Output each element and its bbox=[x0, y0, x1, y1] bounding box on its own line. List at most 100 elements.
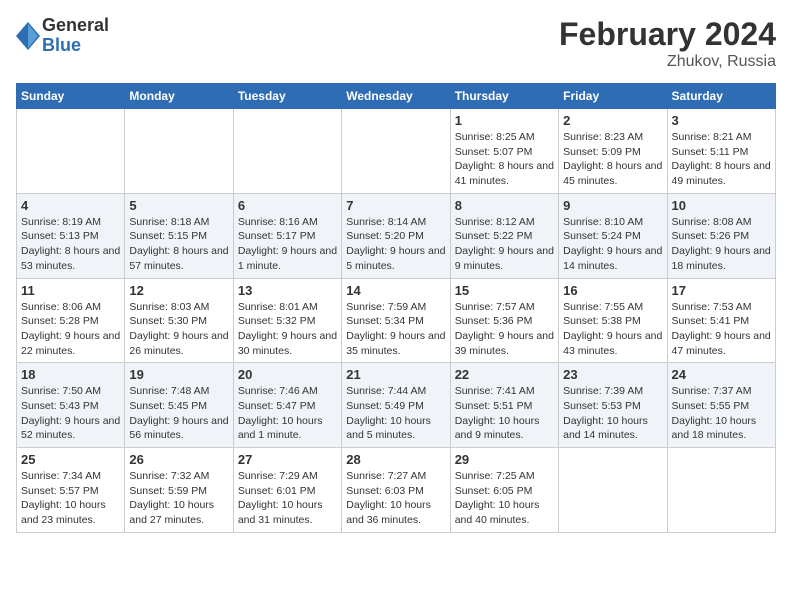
day-number: 22 bbox=[455, 367, 554, 382]
day-number: 13 bbox=[238, 283, 337, 298]
day-info: Sunrise: 7:39 AM Sunset: 5:53 PM Dayligh… bbox=[563, 384, 662, 443]
calendar-cell-1-6: 2 Sunrise: 8:23 AM Sunset: 5:09 PM Daylig… bbox=[559, 109, 667, 194]
calendar-cell-2-2: 5 Sunrise: 8:18 AM Sunset: 5:15 PM Daylig… bbox=[125, 193, 233, 278]
logo-text: General Blue bbox=[42, 16, 109, 56]
day-info: Sunrise: 7:41 AM Sunset: 5:51 PM Dayligh… bbox=[455, 384, 554, 443]
calendar-cell-5-1: 25 Sunrise: 7:34 AM Sunset: 5:57 PM Dayli… bbox=[17, 448, 125, 533]
header-saturday: Saturday bbox=[667, 84, 775, 109]
header-tuesday: Tuesday bbox=[233, 84, 341, 109]
header-wednesday: Wednesday bbox=[342, 84, 450, 109]
day-info: Sunrise: 8:18 AM Sunset: 5:15 PM Dayligh… bbox=[129, 215, 228, 274]
calendar-cell-5-5: 29 Sunrise: 7:25 AM Sunset: 6:05 PM Dayli… bbox=[450, 448, 558, 533]
day-number: 12 bbox=[129, 283, 228, 298]
logo-icon bbox=[16, 22, 40, 50]
calendar-cell-4-7: 24 Sunrise: 7:37 AM Sunset: 5:55 PM Dayli… bbox=[667, 363, 775, 448]
day-info: Sunrise: 7:32 AM Sunset: 5:59 PM Dayligh… bbox=[129, 469, 228, 528]
day-number: 25 bbox=[21, 452, 120, 467]
calendar-cell-2-1: 4 Sunrise: 8:19 AM Sunset: 5:13 PM Daylig… bbox=[17, 193, 125, 278]
day-info: Sunrise: 8:03 AM Sunset: 5:30 PM Dayligh… bbox=[129, 300, 228, 359]
calendar-cell-1-1 bbox=[17, 109, 125, 194]
page-container: General Blue February 2024 Zhukov, Russi… bbox=[0, 0, 792, 541]
day-info: Sunrise: 8:19 AM Sunset: 5:13 PM Dayligh… bbox=[21, 215, 120, 274]
day-number: 28 bbox=[346, 452, 445, 467]
day-info: Sunrise: 7:46 AM Sunset: 5:47 PM Dayligh… bbox=[238, 384, 337, 443]
logo: General Blue bbox=[16, 16, 109, 56]
day-number: 1 bbox=[455, 113, 554, 128]
day-info: Sunrise: 8:14 AM Sunset: 5:20 PM Dayligh… bbox=[346, 215, 445, 274]
header-sunday: Sunday bbox=[17, 84, 125, 109]
day-number: 16 bbox=[563, 283, 662, 298]
day-number: 6 bbox=[238, 198, 337, 213]
calendar-week-4: 18 Sunrise: 7:50 AM Sunset: 5:43 PM Dayli… bbox=[17, 363, 776, 448]
title-section: February 2024 Zhukov, Russia bbox=[559, 16, 776, 71]
day-number: 15 bbox=[455, 283, 554, 298]
calendar-week-2: 4 Sunrise: 8:19 AM Sunset: 5:13 PM Daylig… bbox=[17, 193, 776, 278]
day-info: Sunrise: 7:50 AM Sunset: 5:43 PM Dayligh… bbox=[21, 384, 120, 443]
day-number: 3 bbox=[672, 113, 771, 128]
day-info: Sunrise: 7:25 AM Sunset: 6:05 PM Dayligh… bbox=[455, 469, 554, 528]
calendar-cell-4-1: 18 Sunrise: 7:50 AM Sunset: 5:43 PM Dayli… bbox=[17, 363, 125, 448]
calendar-cell-3-2: 12 Sunrise: 8:03 AM Sunset: 5:30 PM Dayli… bbox=[125, 278, 233, 363]
calendar-cell-4-6: 23 Sunrise: 7:39 AM Sunset: 5:53 PM Dayli… bbox=[559, 363, 667, 448]
day-info: Sunrise: 7:48 AM Sunset: 5:45 PM Dayligh… bbox=[129, 384, 228, 443]
day-info: Sunrise: 7:34 AM Sunset: 5:57 PM Dayligh… bbox=[21, 469, 120, 528]
day-info: Sunrise: 7:29 AM Sunset: 6:01 PM Dayligh… bbox=[238, 469, 337, 528]
day-info: Sunrise: 7:57 AM Sunset: 5:36 PM Dayligh… bbox=[455, 300, 554, 359]
day-info: Sunrise: 7:55 AM Sunset: 5:38 PM Dayligh… bbox=[563, 300, 662, 359]
day-info: Sunrise: 8:01 AM Sunset: 5:32 PM Dayligh… bbox=[238, 300, 337, 359]
month-title: February 2024 bbox=[559, 16, 776, 53]
calendar-cell-5-4: 28 Sunrise: 7:27 AM Sunset: 6:03 PM Dayli… bbox=[342, 448, 450, 533]
day-number: 18 bbox=[21, 367, 120, 382]
calendar-cell-3-3: 13 Sunrise: 8:01 AM Sunset: 5:32 PM Dayli… bbox=[233, 278, 341, 363]
day-number: 21 bbox=[346, 367, 445, 382]
calendar-cell-2-7: 10 Sunrise: 8:08 AM Sunset: 5:26 PM Dayli… bbox=[667, 193, 775, 278]
calendar-cell-3-4: 14Sunrise: 7:59 AM Sunset: 5:34 PM Dayli… bbox=[342, 278, 450, 363]
day-info: Sunrise: 7:37 AM Sunset: 5:55 PM Dayligh… bbox=[672, 384, 771, 443]
calendar-cell-2-5: 8 Sunrise: 8:12 AM Sunset: 5:22 PM Daylig… bbox=[450, 193, 558, 278]
day-number: 17 bbox=[672, 283, 771, 298]
calendar-cell-1-5: 1 Sunrise: 8:25 AM Sunset: 5:07 PM Daylig… bbox=[450, 109, 558, 194]
day-number: 8 bbox=[455, 198, 554, 213]
day-info: Sunrise: 7:53 AM Sunset: 5:41 PM Dayligh… bbox=[672, 300, 771, 359]
day-number: 29 bbox=[455, 452, 554, 467]
day-info: Sunrise: 8:23 AM Sunset: 5:09 PM Dayligh… bbox=[563, 130, 662, 189]
header: General Blue February 2024 Zhukov, Russi… bbox=[16, 16, 776, 71]
day-info: Sunrise: 8:21 AM Sunset: 5:11 PM Dayligh… bbox=[672, 130, 771, 189]
calendar-week-3: 11Sunrise: 8:06 AM Sunset: 5:28 PM Dayli… bbox=[17, 278, 776, 363]
day-number: 10 bbox=[672, 198, 771, 213]
day-number: 9 bbox=[563, 198, 662, 213]
day-number: 4 bbox=[21, 198, 120, 213]
calendar-cell-4-2: 19Sunrise: 7:48 AM Sunset: 5:45 PM Dayli… bbox=[125, 363, 233, 448]
calendar-cell-4-5: 22 Sunrise: 7:41 AM Sunset: 5:51 PM Dayli… bbox=[450, 363, 558, 448]
day-number: 24 bbox=[672, 367, 771, 382]
calendar-cell-5-2: 26Sunrise: 7:32 AM Sunset: 5:59 PM Dayli… bbox=[125, 448, 233, 533]
day-info: Sunrise: 7:44 AM Sunset: 5:49 PM Dayligh… bbox=[346, 384, 445, 443]
day-info: Sunrise: 8:16 AM Sunset: 5:17 PM Dayligh… bbox=[238, 215, 337, 274]
day-info: Sunrise: 8:12 AM Sunset: 5:22 PM Dayligh… bbox=[455, 215, 554, 274]
day-number: 5 bbox=[129, 198, 228, 213]
calendar-header-row: Sunday Monday Tuesday Wednesday Thursday… bbox=[17, 84, 776, 109]
day-info: Sunrise: 7:27 AM Sunset: 6:03 PM Dayligh… bbox=[346, 469, 445, 528]
calendar-week-5: 25 Sunrise: 7:34 AM Sunset: 5:57 PM Dayli… bbox=[17, 448, 776, 533]
day-info: Sunrise: 8:10 AM Sunset: 5:24 PM Dayligh… bbox=[563, 215, 662, 274]
calendar-cell-3-1: 11Sunrise: 8:06 AM Sunset: 5:28 PM Dayli… bbox=[17, 278, 125, 363]
header-friday: Friday bbox=[559, 84, 667, 109]
header-thursday: Thursday bbox=[450, 84, 558, 109]
calendar-cell-1-7: 3 Sunrise: 8:21 AM Sunset: 5:11 PM Daylig… bbox=[667, 109, 775, 194]
calendar-cell-3-7: 17 Sunrise: 7:53 AM Sunset: 5:41 PM Dayli… bbox=[667, 278, 775, 363]
calendar-cell-3-5: 15 Sunrise: 7:57 AM Sunset: 5:36 PM Dayli… bbox=[450, 278, 558, 363]
calendar-cell-5-3: 27Sunrise: 7:29 AM Sunset: 6:01 PM Dayli… bbox=[233, 448, 341, 533]
day-number: 14 bbox=[346, 283, 445, 298]
day-number: 20 bbox=[238, 367, 337, 382]
calendar-cell-5-7 bbox=[667, 448, 775, 533]
day-number: 2 bbox=[563, 113, 662, 128]
day-info: Sunrise: 8:25 AM Sunset: 5:07 PM Dayligh… bbox=[455, 130, 554, 189]
day-info: Sunrise: 8:08 AM Sunset: 5:26 PM Dayligh… bbox=[672, 215, 771, 274]
calendar-cell-3-6: 16 Sunrise: 7:55 AM Sunset: 5:38 PM Dayli… bbox=[559, 278, 667, 363]
day-number: 23 bbox=[563, 367, 662, 382]
calendar-cell-2-3: 6 Sunrise: 8:16 AM Sunset: 5:17 PM Daylig… bbox=[233, 193, 341, 278]
location-subtitle: Zhukov, Russia bbox=[559, 53, 776, 71]
day-number: 11 bbox=[21, 283, 120, 298]
day-number: 7 bbox=[346, 198, 445, 213]
calendar-cell-1-2 bbox=[125, 109, 233, 194]
